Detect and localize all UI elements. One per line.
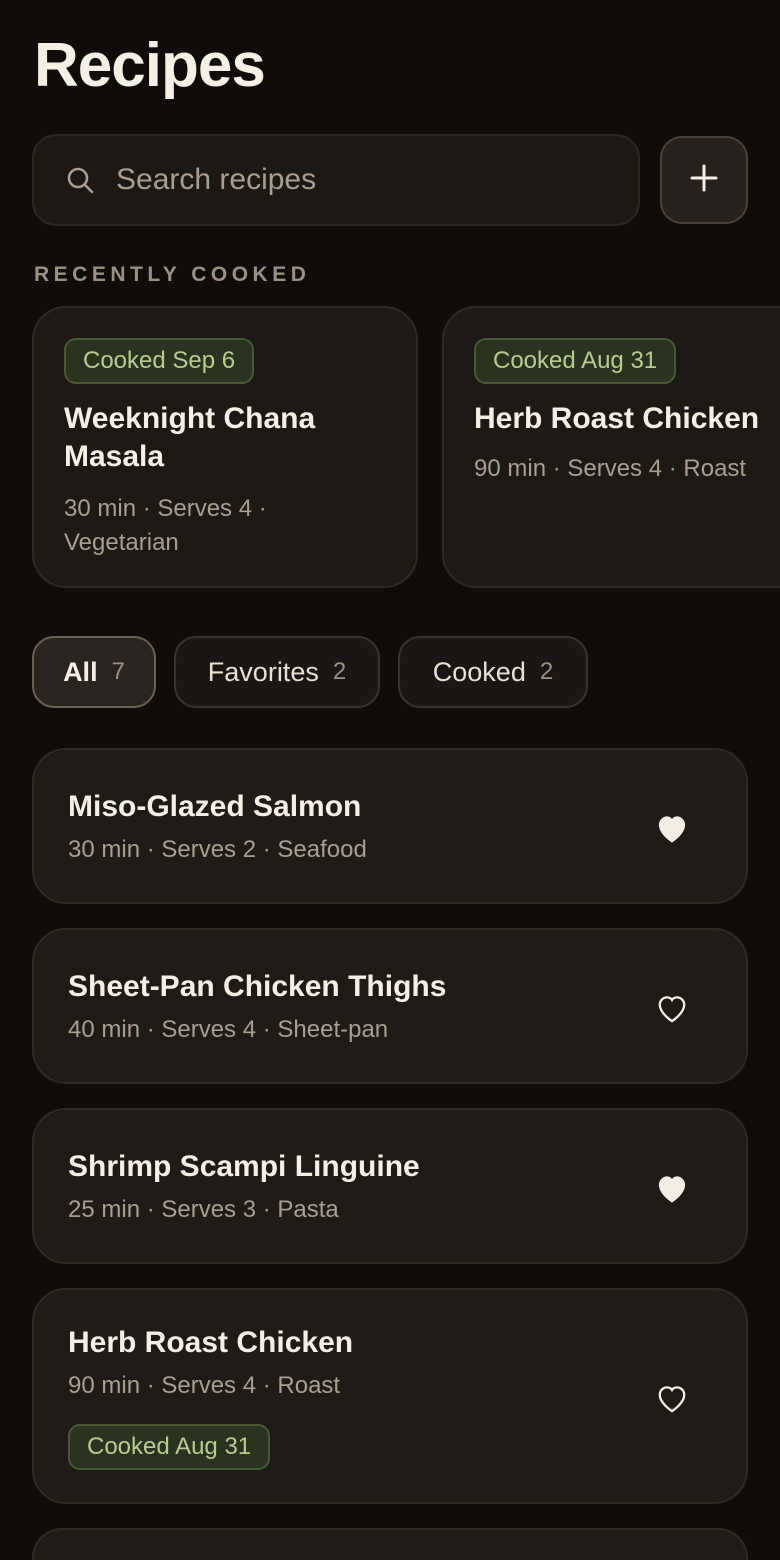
filter-favorites[interactable]: Favorites 2 (174, 636, 380, 708)
recently-cooked-heading: RECENTLY COOKED (34, 263, 311, 286)
recipes-screen: Recipes Search recipes RECENTLY COOKED C… (0, 0, 780, 1560)
recipe-name: Sheet-Pan Chicken Thighs (68, 970, 447, 1003)
cooked-badge: Cooked Aug 31 (68, 1424, 271, 1470)
cooked-badge: Cooked Sep 6 (64, 338, 255, 384)
recipe-card[interactable]: Miso-Glazed Salmon 30 min · Serves 2 · S… (32, 748, 748, 904)
recipe-name: Miso-Glazed Salmon (68, 790, 362, 823)
heart-outline-icon[interactable] (652, 1378, 692, 1418)
recent-card-meta: 30 min · Serves 4 · Vegetarian (64, 495, 267, 556)
heart-outline-icon[interactable] (652, 988, 692, 1028)
recipe-card[interactable]: Sheet-Pan Chicken Thighs 40 min · Serves… (32, 928, 748, 1084)
add-recipe-button[interactable] (660, 136, 748, 224)
filter-cooked[interactable]: Cooked 2 (398, 636, 588, 708)
filter-label: Favorites (207, 656, 319, 687)
filter-label: Cooked (432, 656, 526, 687)
filter-all[interactable]: All 7 (32, 636, 156, 708)
search-placeholder: Search recipes (116, 163, 317, 196)
filter-count: 2 (332, 658, 347, 685)
recent-card[interactable]: Cooked Sep 6 Weeknight Chana Masala 30 m… (32, 306, 418, 588)
search-input[interactable]: Search recipes (32, 134, 640, 226)
search-icon (64, 164, 96, 196)
recipe-meta: 90 min · Serves 4 · Roast (68, 1372, 341, 1399)
recipe-card[interactable]: Shrimp Scampi Linguine 25 min · Serves 3… (32, 1108, 748, 1264)
recipe-meta: 25 min · Serves 3 · Pasta (68, 1196, 339, 1223)
recent-card-title: Weeknight Chana Masala (64, 402, 316, 473)
heart-filled-icon[interactable] (652, 1168, 692, 1208)
cooked-badge: Cooked Aug 31 (474, 338, 677, 384)
filter-count: 2 (539, 658, 554, 685)
recipe-card[interactable] (32, 1528, 748, 1560)
recipe-meta: 40 min · Serves 4 · Sheet-pan (68, 1016, 389, 1043)
recipe-name: Shrimp Scampi Linguine (68, 1150, 420, 1183)
recipe-card[interactable]: Herb Roast Chicken 90 min · Serves 4 · R… (32, 1288, 748, 1504)
page-title: Recipes (34, 31, 266, 100)
filter-count: 7 (111, 658, 125, 685)
heart-filled-icon[interactable] (652, 808, 692, 848)
recent-card-meta: 90 min · Serves 4 · Roast (474, 455, 747, 482)
recent-card-title: Herb Roast Chicken (474, 402, 760, 435)
recipe-name: Herb Roast Chicken (68, 1326, 354, 1359)
recipe-meta: 30 min · Serves 2 · Seafood (68, 836, 367, 863)
filter-label: All (63, 656, 98, 687)
plus-icon (689, 163, 719, 198)
recent-card[interactable]: Cooked Aug 31 Herb Roast Chicken 90 min … (442, 306, 780, 588)
